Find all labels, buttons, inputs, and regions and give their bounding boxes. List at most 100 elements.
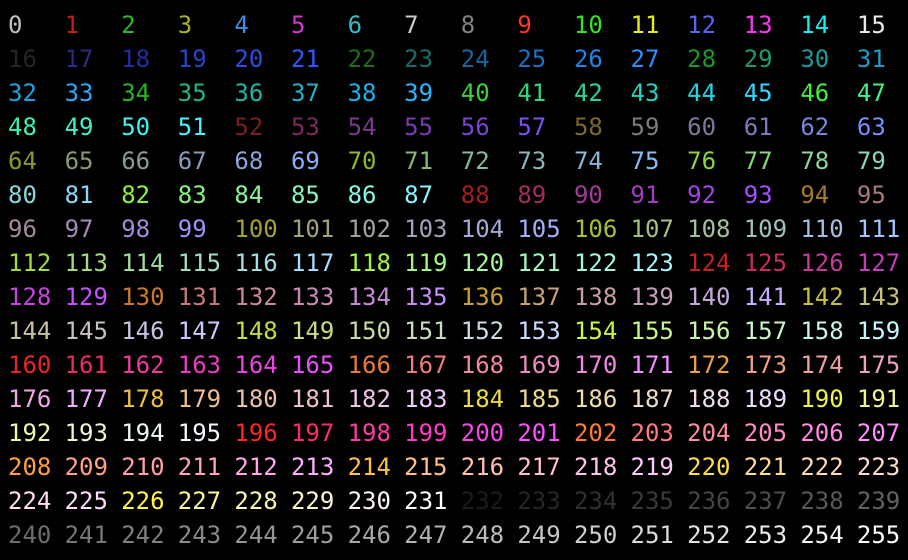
color-index-cell: 191 bbox=[856, 385, 901, 413]
color-index-cell: 216 bbox=[460, 453, 505, 481]
color-index-cell: 87 bbox=[404, 181, 434, 209]
color-index-cell: 174 bbox=[800, 351, 844, 379]
color-index-cell: 62 bbox=[800, 113, 830, 141]
color-index-cell: 31 bbox=[856, 45, 886, 73]
color-index-cell: 245 bbox=[290, 521, 335, 549]
color-index-cell: 44 bbox=[687, 79, 717, 107]
color-index-cell: 248 bbox=[460, 521, 505, 549]
color-index-cell: 11 bbox=[630, 11, 660, 39]
color-index-cell: 215 bbox=[404, 453, 448, 481]
color-index-cell: 142 bbox=[800, 283, 844, 311]
color-index-cell: 83 bbox=[177, 181, 207, 209]
color-index-cell: 186 bbox=[573, 385, 618, 413]
color-index-cell: 153 bbox=[517, 317, 561, 345]
color-index-cell: 195 bbox=[177, 419, 222, 447]
color-index-cell: 243 bbox=[177, 521, 222, 549]
color-index-cell: 99 bbox=[177, 215, 207, 243]
color-index-cell: 149 bbox=[290, 317, 335, 345]
color-index-cell: 119 bbox=[404, 249, 448, 277]
color-index-cell: 66 bbox=[121, 147, 151, 175]
color-index-cell: 122 bbox=[573, 249, 618, 277]
color-index-cell: 27 bbox=[630, 45, 660, 73]
color-index-cell: 123 bbox=[630, 249, 674, 277]
color-index-cell: 224 bbox=[8, 487, 52, 515]
color-index-cell: 40 bbox=[460, 79, 490, 107]
color-index-cell: 105 bbox=[517, 215, 561, 243]
color-index-cell: 39 bbox=[404, 79, 434, 107]
color-index-cell: 207 bbox=[856, 419, 901, 447]
color-index-cell: 203 bbox=[630, 419, 674, 447]
color-index-cell: 6 bbox=[347, 11, 363, 39]
color-index-cell: 190 bbox=[800, 385, 844, 413]
color-index-cell: 118 bbox=[347, 249, 391, 277]
color-index-cell: 222 bbox=[800, 453, 844, 481]
color-index-cell: 183 bbox=[404, 385, 448, 413]
color-index-cell: 15 bbox=[856, 11, 886, 39]
color-index-cell: 25 bbox=[517, 45, 547, 73]
color-index-cell: 47 bbox=[856, 79, 886, 107]
color-index-cell: 124 bbox=[687, 249, 731, 277]
color-index-cell: 23 bbox=[404, 45, 434, 73]
color-index-cell: 178 bbox=[121, 385, 165, 413]
color-index-cell: 175 bbox=[856, 351, 901, 379]
color-index-cell: 38 bbox=[347, 79, 377, 107]
color-index-cell: 208 bbox=[8, 453, 52, 481]
color-index-cell: 70 bbox=[347, 147, 377, 175]
color-index-cell: 7 bbox=[404, 11, 419, 39]
color-palette-grid: 0 1 2 3 4 5 6 7 8 9 10 11 12 13 14 15 16 17 18 19 20 21 22 23 24… bbox=[8, 8, 908, 552]
color-index-cell: 68 bbox=[234, 147, 264, 175]
color-index-cell: 50 bbox=[121, 113, 151, 141]
color-index-cell: 177 bbox=[64, 385, 108, 413]
color-index-cell: 9 bbox=[517, 11, 532, 39]
color-index-cell: 80 bbox=[8, 181, 37, 209]
color-index-cell: 84 bbox=[234, 181, 264, 209]
color-index-cell: 2 bbox=[121, 11, 136, 39]
color-index-cell: 202 bbox=[573, 419, 618, 447]
color-index-cell: 52 bbox=[234, 113, 264, 141]
color-index-cell: 199 bbox=[404, 419, 448, 447]
color-index-cell: 251 bbox=[630, 521, 674, 549]
color-index-cell: 214 bbox=[347, 453, 391, 481]
color-index-cell: 69 bbox=[290, 147, 320, 175]
color-index-cell: 176 bbox=[8, 385, 52, 413]
color-index-cell: 212 bbox=[234, 453, 278, 481]
color-index-cell: 21 bbox=[290, 45, 320, 73]
color-index-cell: 127 bbox=[856, 249, 901, 277]
color-index-cell: 135 bbox=[404, 283, 448, 311]
color-index-cell: 13 bbox=[743, 11, 773, 39]
color-index-cell: 115 bbox=[177, 249, 222, 277]
color-index-cell: 65 bbox=[64, 147, 94, 175]
color-index-cell: 114 bbox=[121, 249, 165, 277]
color-index-cell: 185 bbox=[517, 385, 561, 413]
color-index-cell: 18 bbox=[121, 45, 151, 73]
color-index-cell: 10 bbox=[573, 11, 603, 39]
color-index-cell: 33 bbox=[64, 79, 94, 107]
color-index-cell: 188 bbox=[687, 385, 731, 413]
color-index-cell: 130 bbox=[121, 283, 165, 311]
color-index-cell: 74 bbox=[573, 147, 603, 175]
color-index-cell: 172 bbox=[687, 351, 731, 379]
color-index-cell: 152 bbox=[460, 317, 505, 345]
color-index-cell: 165 bbox=[290, 351, 335, 379]
color-index-cell: 111 bbox=[856, 215, 901, 243]
color-index-cell: 19 bbox=[177, 45, 207, 73]
color-index-cell: 32 bbox=[8, 79, 37, 107]
color-index-cell: 249 bbox=[517, 521, 561, 549]
color-index-cell: 231 bbox=[404, 487, 448, 515]
color-index-cell: 187 bbox=[630, 385, 674, 413]
color-index-cell: 95 bbox=[856, 181, 886, 209]
color-index-cell: 46 bbox=[800, 79, 830, 107]
color-index-cell: 106 bbox=[573, 215, 618, 243]
color-index-cell: 29 bbox=[743, 45, 773, 73]
color-index-cell: 182 bbox=[347, 385, 391, 413]
color-index-cell: 151 bbox=[404, 317, 448, 345]
color-index-cell: 158 bbox=[800, 317, 844, 345]
terminal-window[interactable]: 0 1 2 3 4 5 6 7 8 9 10 11 12 13 14 15 16 17 18 19 20 21 22 23 24… bbox=[0, 0, 908, 560]
color-index-cell: 42 bbox=[573, 79, 603, 107]
color-index-cell: 162 bbox=[121, 351, 165, 379]
color-index-cell: 103 bbox=[404, 215, 448, 243]
color-index-cell: 163 bbox=[177, 351, 222, 379]
color-index-cell: 179 bbox=[177, 385, 222, 413]
color-index-cell: 92 bbox=[687, 181, 717, 209]
color-index-cell: 229 bbox=[290, 487, 335, 515]
